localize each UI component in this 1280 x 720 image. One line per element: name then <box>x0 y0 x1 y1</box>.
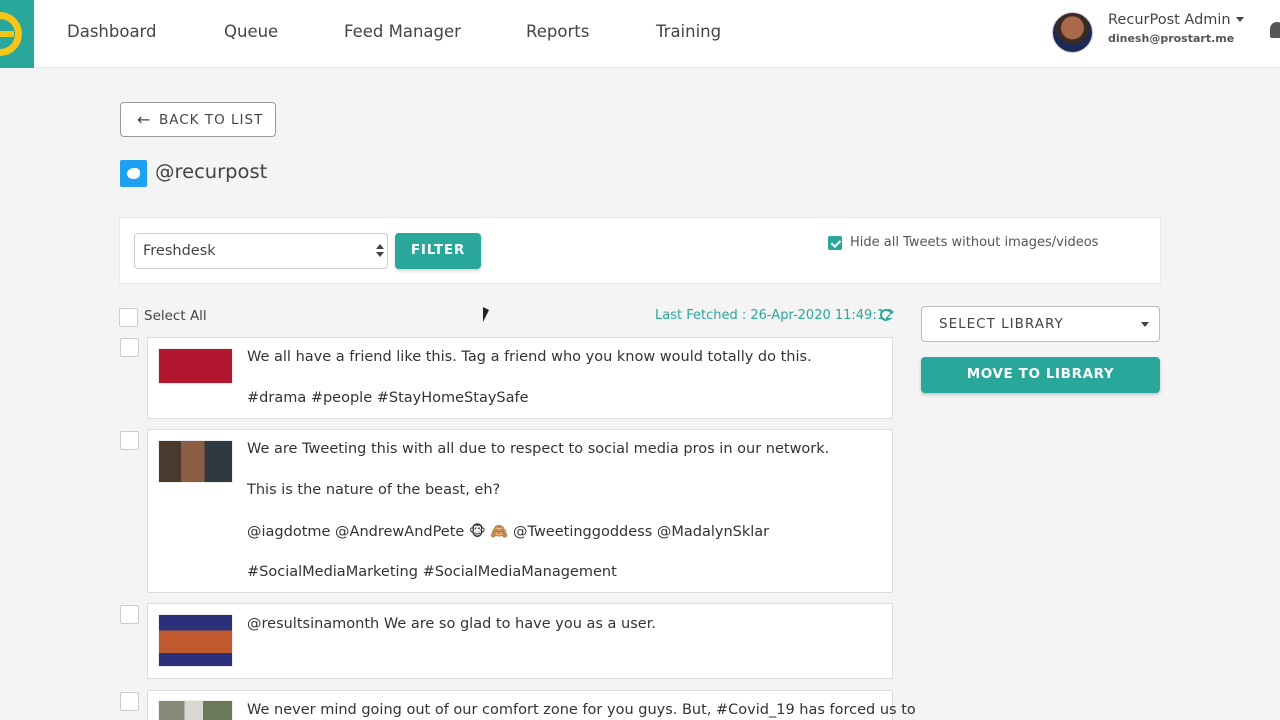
account-handle: @recurpost <box>155 160 268 183</box>
nav-training[interactable]: Training <box>656 0 721 68</box>
tweet-text: We are Tweeting this with all due to res… <box>247 441 830 457</box>
tweet-mentions: @iagdotme @AndrewAndPete 🐵 🙈 @Tweetinggo… <box>247 524 770 540</box>
refresh-icon[interactable] <box>880 309 894 321</box>
filter-button[interactable]: FILTER <box>395 233 481 269</box>
select-library-label: SELECT LIBRARY <box>939 316 1064 332</box>
select-all-label[interactable]: Select All <box>144 308 207 324</box>
source-select-value: Freshdesk <box>143 243 216 259</box>
tweet-card: We are Tweeting this with all due to res… <box>147 429 893 593</box>
chevron-down-icon <box>1141 322 1149 327</box>
nav-feed-manager[interactable]: Feed Manager <box>344 0 461 68</box>
tweet-image <box>158 700 233 720</box>
user-name[interactable]: RecurPost Admin <box>1108 12 1231 28</box>
tweet-image <box>158 348 233 384</box>
tweet-checkbox[interactable] <box>120 431 139 450</box>
tweet-checkbox[interactable] <box>120 605 139 624</box>
tweet-hashtags: #drama #people #StayHomeStaySafe <box>247 390 529 406</box>
tweet-card: We never mind going out of our comfort z… <box>147 690 916 720</box>
tweet-card: @resultsinamonth We are so glad to have … <box>147 603 893 679</box>
tweet-text: This is the nature of the beast, eh? <box>247 482 501 498</box>
tweet-checkbox[interactable] <box>120 338 139 357</box>
top-navbar: Dashboard Queue Feed Manager Reports Tra… <box>0 0 1280 68</box>
arrow-left-icon: ← <box>137 110 152 129</box>
tweet-image <box>158 440 233 483</box>
twitter-icon <box>120 160 147 187</box>
hide-without-media-label[interactable]: Hide all Tweets without images/videos <box>850 235 1098 250</box>
select-library-dropdown[interactable]: SELECT LIBRARY <box>921 306 1160 342</box>
bell-icon[interactable] <box>1270 22 1280 38</box>
tweet-text: @resultsinamonth We are so glad to have … <box>247 616 656 632</box>
nav-reports[interactable]: Reports <box>526 0 589 68</box>
nav-queue[interactable]: Queue <box>224 0 278 68</box>
mouse-cursor-icon <box>483 307 489 322</box>
select-all-checkbox[interactable] <box>119 308 138 327</box>
tweet-card: We all have a friend like this. Tag a fr… <box>147 337 893 419</box>
select-arrows-icon <box>376 244 384 259</box>
hide-without-media-checkbox[interactable] <box>828 236 842 250</box>
move-to-library-button[interactable]: MOVE TO LIBRARY <box>921 357 1160 393</box>
user-email: dinesh@prostart.me <box>1108 32 1235 45</box>
chevron-down-icon[interactable] <box>1236 17 1244 22</box>
tweet-text: We never mind going out of our comfort z… <box>247 702 916 718</box>
source-select[interactable]: Freshdesk <box>134 233 388 269</box>
back-to-list-button[interactable]: ← BACK TO LIST <box>120 102 276 137</box>
nav-dashboard[interactable]: Dashboard <box>67 0 157 68</box>
tweet-hashtags: #SocialMediaMarketing #SocialMediaManage… <box>247 564 617 580</box>
tweet-text: We all have a friend like this. Tag a fr… <box>247 349 812 365</box>
last-fetched-text: Last Fetched : 26-Apr-2020 11:49:12 <box>655 308 894 323</box>
user-avatar[interactable] <box>1052 12 1093 53</box>
tweet-checkbox[interactable] <box>120 692 139 711</box>
tweet-image <box>158 614 233 667</box>
recurpost-logo[interactable] <box>0 0 34 68</box>
back-to-list-label: BACK TO LIST <box>159 112 264 128</box>
